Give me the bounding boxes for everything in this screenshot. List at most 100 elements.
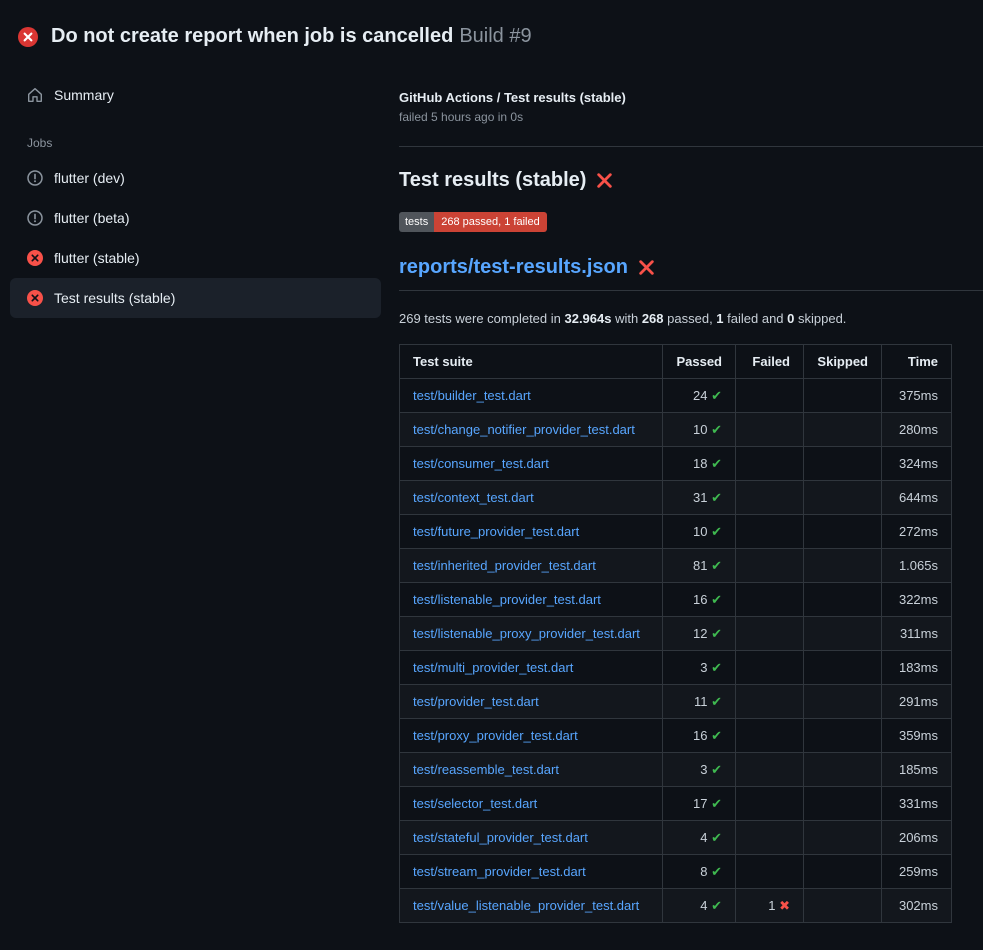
test-suite-link[interactable]: test/proxy_provider_test.dart — [413, 728, 578, 743]
divider — [399, 146, 983, 147]
passed-cell: 16 ✔ — [663, 719, 736, 753]
report-link[interactable]: reports/test-results.json — [399, 256, 628, 279]
check-icon: ✔ — [711, 660, 722, 675]
skipped-cell — [804, 685, 882, 719]
test-suite-link[interactable]: test/provider_test.dart — [413, 694, 539, 709]
test-suite-link[interactable]: test/value_listenable_provider_test.dart — [413, 898, 639, 913]
table-row: test/listenable_proxy_provider_test.dart… — [400, 617, 952, 651]
section-title: Test results (stable) — [399, 169, 586, 192]
tests-badge: tests 268 passed, 1 failed — [399, 212, 547, 232]
suite-cell: test/consumer_test.dart — [400, 447, 663, 481]
skipped-cell — [804, 787, 882, 821]
test-suite-link[interactable]: test/stateful_provider_test.dart — [413, 830, 588, 845]
time-cell: 280ms — [882, 413, 952, 447]
test-suite-link[interactable]: test/listenable_proxy_provider_test.dart — [413, 626, 640, 641]
passed-cell: 3 ✔ — [663, 651, 736, 685]
failed-cell — [736, 719, 804, 753]
passed-cell: 12 ✔ — [663, 617, 736, 651]
time-cell: 291ms — [882, 685, 952, 719]
passed-cell: 17 ✔ — [663, 787, 736, 821]
table-row: test/stateful_provider_test.dart4 ✔206ms — [400, 821, 952, 855]
sidebar-item-flutter-beta[interactable]: flutter (beta) — [10, 198, 381, 238]
job-label: Test results (stable) — [54, 290, 175, 306]
test-suite-link[interactable]: test/context_test.dart — [413, 490, 534, 505]
table-row: test/future_provider_test.dart10 ✔272ms — [400, 515, 952, 549]
sidebar-item-flutter-stable[interactable]: flutter (stable) — [10, 238, 381, 278]
test-suite-link[interactable]: test/multi_provider_test.dart — [413, 660, 573, 675]
skipped-cell — [804, 855, 882, 889]
failed-cell — [736, 481, 804, 515]
table-row: test/listenable_provider_test.dart16 ✔32… — [400, 583, 952, 617]
test-suite-link[interactable]: test/reassemble_test.dart — [413, 762, 559, 777]
failed-circle-icon — [18, 27, 38, 47]
skipped-cell — [804, 481, 882, 515]
neutral-circle-icon — [27, 170, 43, 186]
check-icon: ✔ — [711, 422, 722, 437]
check-icon: ✔ — [711, 456, 722, 471]
test-suite-link[interactable]: test/future_provider_test.dart — [413, 524, 579, 539]
suite-cell: test/listenable_proxy_provider_test.dart — [400, 617, 663, 651]
run-title-line: Do not create report when job is cancell… — [51, 25, 532, 48]
check-icon: ✔ — [711, 558, 722, 573]
time-cell: 185ms — [882, 753, 952, 787]
sidebar-item-summary[interactable]: Summary — [10, 76, 381, 114]
failed-cell — [736, 447, 804, 481]
test-suite-link[interactable]: test/builder_test.dart — [413, 388, 531, 403]
build-number: Build #9 — [459, 25, 531, 47]
check-icon: ✔ — [711, 864, 722, 879]
sidebar-item-flutter-dev[interactable]: flutter (dev) — [10, 158, 381, 198]
failed-cell — [736, 549, 804, 583]
failed-cell — [736, 821, 804, 855]
suite-cell: test/reassemble_test.dart — [400, 753, 663, 787]
skipped-cell — [804, 583, 882, 617]
check-icon: ✔ — [711, 490, 722, 505]
skipped-cell — [804, 447, 882, 481]
run-header: Do not create report when job is cancell… — [0, 0, 983, 56]
suite-cell: test/provider_test.dart — [400, 685, 663, 719]
badge-value: 268 passed, 1 failed — [434, 212, 546, 232]
jobs-list: flutter (dev)flutter (beta) flutter (stab… — [10, 158, 381, 318]
test-suite-link[interactable]: test/consumer_test.dart — [413, 456, 549, 471]
skipped-cell — [804, 515, 882, 549]
table-row: test/proxy_provider_test.dart 16 ✔ 359ms — [400, 719, 952, 753]
suite-cell: test/inherited_provider_test.dart — [400, 549, 663, 583]
col-passed: Passed — [663, 345, 736, 379]
check-icon: ✔ — [711, 762, 722, 777]
sidebar-item-test-results-stable[interactable]: Test results (stable) — [10, 278, 381, 318]
test-suite-link[interactable]: test/inherited_provider_test.dart — [413, 558, 596, 573]
time-cell: 359ms — [882, 719, 952, 753]
skipped-cell — [804, 379, 882, 413]
test-suite-link[interactable]: test/listenable_provider_test.dart — [413, 592, 601, 607]
skipped-cell — [804, 719, 882, 753]
check-icon: ✔ — [711, 388, 722, 403]
failed-cell — [736, 753, 804, 787]
time-cell: 324ms — [882, 447, 952, 481]
job-label: flutter (stable) — [54, 250, 140, 266]
suite-cell: test/builder_test.dart — [400, 379, 663, 413]
test-suite-link[interactable]: test/change_notifier_provider_test.dart — [413, 422, 635, 437]
skipped-cell — [804, 549, 882, 583]
passed-cell: 4 ✔ — [663, 889, 736, 923]
passed-cell: 4 ✔ — [663, 821, 736, 855]
test-suite-link[interactable]: test/stream_provider_test.dart — [413, 864, 586, 879]
suite-cell: test/multi_provider_test.dart — [400, 651, 663, 685]
table-row: test/builder_test.dart24 ✔375ms — [400, 379, 952, 413]
skipped-cell — [804, 753, 882, 787]
failed-circle-icon — [27, 290, 43, 306]
breadcrumb: GitHub Actions / Test results (stable) — [399, 90, 983, 105]
skipped-cell — [804, 617, 882, 651]
passed-cell: 18 ✔ — [663, 447, 736, 481]
table-row: test/consumer_test.dart 18 ✔ 324ms — [400, 447, 952, 481]
time-cell: 311ms — [882, 617, 952, 651]
results-table: Test suite Passed Failed Skipped Time te… — [399, 344, 952, 923]
passed-cell: 8 ✔ — [663, 855, 736, 889]
test-suite-link[interactable]: test/selector_test.dart — [413, 796, 537, 811]
suite-cell: test/proxy_provider_test.dart — [400, 719, 663, 753]
time-cell: 322ms — [882, 583, 952, 617]
passed-cell: 10 ✔ — [663, 413, 736, 447]
section-title-row: Test results (stable) — [399, 169, 983, 192]
check-icon: ✔ — [711, 830, 722, 845]
table-row: test/value_listenable_provider_test.dart… — [400, 889, 952, 923]
passed-cell: 31 ✔ — [663, 481, 736, 515]
suite-cell: test/future_provider_test.dart — [400, 515, 663, 549]
